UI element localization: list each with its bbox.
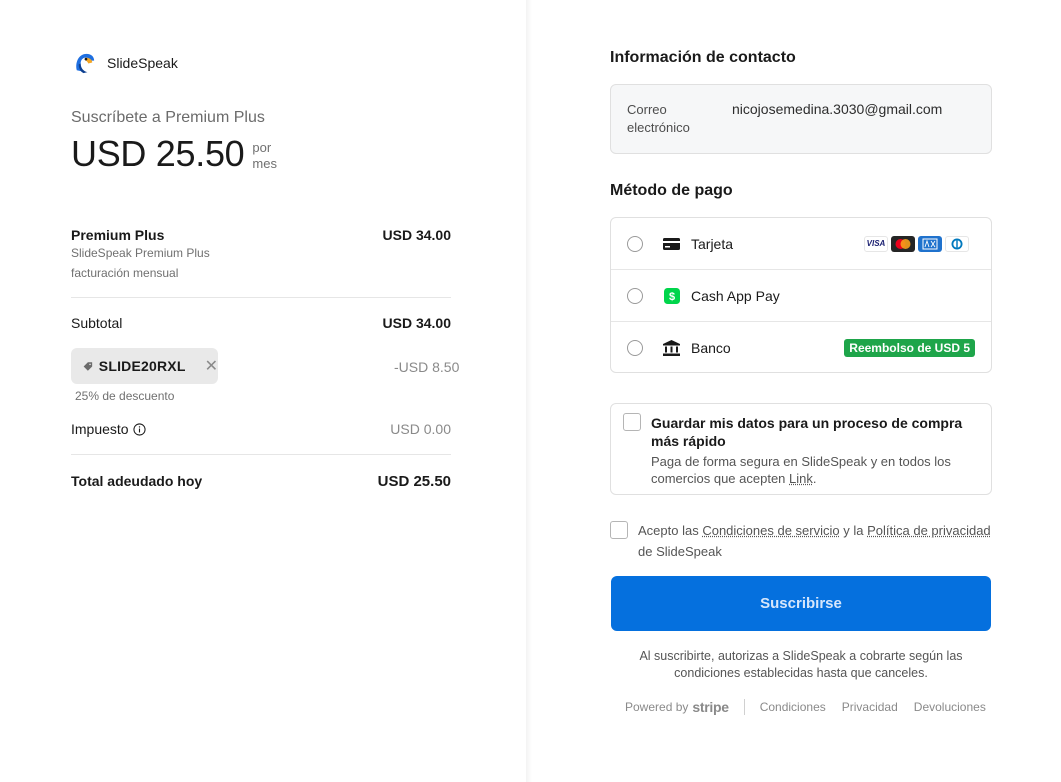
footer-link-refunds[interactable]: Devoluciones — [914, 700, 986, 714]
promo-amount: -USD 8.50 — [394, 359, 460, 375]
card-label: Tarjeta — [691, 235, 734, 252]
card-brand-logos: VISA — [864, 235, 969, 252]
total-label: Total adeudado hoy — [71, 473, 203, 489]
card-radio[interactable] — [627, 235, 643, 252]
payment-methods: Tarjeta VISA $ Cash App Pay Banco Reembo… — [610, 217, 992, 373]
email-value: nicojosemedina.3030@gmail.com — [732, 101, 943, 117]
line-item-desc1: SlideSpeak Premium Plus — [71, 246, 210, 260]
brand-name: SlideSpeak — [107, 54, 178, 71]
parrot-logo-icon — [71, 49, 98, 76]
refund-badge: Reembolso de USD 5 — [844, 338, 975, 357]
subscribe-button[interactable]: Suscribirse — [611, 576, 991, 631]
amex-logo — [918, 235, 942, 252]
link-learn-more[interactable]: Link — [789, 471, 813, 486]
subtotal-amount: USD 34.00 — [382, 315, 451, 331]
cash-app-icon: $ — [663, 287, 680, 304]
line-item-desc2: facturación mensual — [71, 266, 179, 280]
divider — [71, 454, 451, 455]
diners-logo — [945, 235, 969, 252]
payment-option-bank[interactable]: Banco Reembolso de USD 5 — [611, 322, 991, 373]
terms-after: de SlideSpeak — [638, 544, 722, 559]
stripe-logo[interactable]: stripe — [692, 699, 729, 715]
info-icon[interactable] — [133, 422, 146, 436]
powered-by-text: Powered by — [625, 700, 689, 714]
line-item-amount: USD 34.00 — [382, 227, 451, 243]
price-period: por mes — [252, 140, 282, 172]
tag-icon — [83, 361, 93, 371]
visa-logo: VISA — [864, 235, 888, 252]
bank-radio[interactable] — [627, 339, 643, 356]
payment-option-card[interactable]: Tarjeta VISA — [611, 218, 991, 269]
tax-label-wrap: Impuesto — [71, 421, 146, 437]
payment-option-cash-app[interactable]: $ Cash App Pay — [611, 270, 991, 321]
brand[interactable]: SlideSpeak — [71, 49, 178, 76]
bank-label: Banco — [691, 339, 731, 356]
total-row: Total adeudado hoy USD 25.50 — [71, 473, 451, 490]
svg-text:$: $ — [668, 291, 674, 303]
cash-app-radio[interactable] — [627, 287, 643, 304]
contact-section-title: Información de contacto — [610, 49, 796, 66]
tax-label: Impuesto — [71, 421, 129, 437]
total-amount: USD 25.50 — [377, 473, 451, 490]
footer-link-privacy[interactable]: Privacidad — [842, 700, 898, 714]
remove-promo-close-icon[interactable]: ✕ — [205, 356, 218, 376]
footer: Powered by stripe Condiciones Privacidad… — [625, 699, 1002, 715]
save-details-checkbox[interactable] — [623, 413, 641, 431]
payment-section-title: Método de pago — [610, 182, 733, 199]
price-period-line2: mes — [252, 156, 277, 171]
save-details-desc: Paga de forma segura en SlideSpeak y en … — [651, 453, 971, 487]
line-item-name: Premium Plus — [71, 227, 165, 243]
terms-of-service-link[interactable]: Condiciones de servicio — [702, 523, 839, 538]
mastercard-logo — [891, 235, 915, 252]
save-details-title: Guardar mis datos para un proceso de com… — [651, 415, 963, 449]
subtotal-row: Subtotal USD 34.00 — [71, 315, 451, 331]
bank-icon — [663, 339, 680, 356]
price-amount: USD 25.50 — [71, 133, 245, 174]
terms-before: Acepto las — [638, 523, 703, 538]
subtotal-label: Subtotal — [71, 315, 123, 331]
privacy-policy-link[interactable]: Política de privacidad — [867, 523, 991, 538]
cash-app-label: Cash App Pay — [691, 287, 780, 304]
subscribe-title: Suscríbete a Premium Plus — [71, 109, 265, 126]
price-period-line1: por — [252, 140, 272, 155]
save-desc-end: . — [812, 471, 817, 486]
footer-divider — [743, 699, 745, 715]
promo-code: SLIDE20RXL — [98, 358, 186, 374]
price-row: USD 25.50 por mes — [71, 134, 282, 174]
contact-info-box: Correo electrónico nicojosemedina.3030@g… — [610, 84, 992, 154]
promo-discount: 25% de descuento — [75, 389, 175, 403]
terms-text: Acepto las Condiciones de servicio y la … — [638, 520, 998, 562]
tax-amount: USD 0.00 — [390, 421, 451, 437]
promo-code-chip[interactable]: SLIDE20RXL ✕ — [71, 348, 218, 384]
email-label: Correo electrónico — [627, 102, 690, 135]
line-item: Premium Plus USD 34.00 SlideSpeak Premiu… — [71, 227, 451, 283]
terms-checkbox[interactable] — [610, 521, 628, 539]
tax-row: Impuesto USD 0.00 — [71, 421, 451, 437]
save-details-box: Guardar mis datos para un proceso de com… — [610, 403, 992, 495]
authorize-text: Al suscribirte, autorizas a SlideSpeak a… — [639, 649, 963, 680]
credit-card-icon — [663, 235, 680, 252]
divider — [71, 297, 451, 298]
terms-middle: y la — [839, 523, 868, 538]
footer-link-terms[interactable]: Condiciones — [760, 700, 826, 714]
